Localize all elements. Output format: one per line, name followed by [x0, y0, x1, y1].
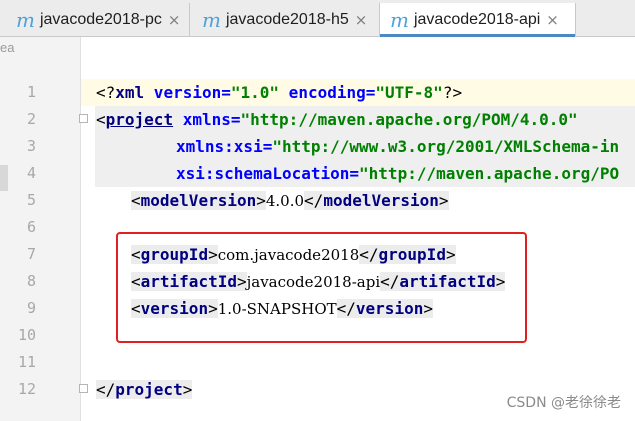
code-line-3[interactable]: xmlns:xsi="http://www.w3.org/2001/XMLSch… — [176, 133, 619, 160]
tag-open-bracket: < — [96, 110, 106, 129]
maven-file-icon: m — [202, 7, 221, 32]
attr-name: xmlns:xsi= — [176, 137, 273, 156]
attr-value: "http://maven.apache.org/POM/4.0.0" — [240, 110, 578, 129]
code-line-1[interactable]: <?xml version="1.0" encoding="UTF-8"?> — [96, 79, 462, 106]
fold-toggle-icon[interactable] — [79, 384, 88, 393]
line-number: 9 — [26, 299, 36, 317]
project-tag: project — [105, 110, 174, 129]
code-line-4[interactable]: xsi:schemaLocation="http://maven.apache.… — [176, 160, 619, 187]
attr-name: version= — [144, 83, 231, 102]
code-line-2[interactable]: <project xmlns="http://maven.apache.org/… — [96, 106, 578, 133]
highlight-annotation-box — [116, 232, 527, 343]
tab-javacode2018-api[interactable]: m javacode2018-api × — [380, 3, 576, 37]
tab-javacode2018-pc[interactable]: m javacode2018-pc × — [0, 3, 190, 36]
line-number: 5 — [26, 191, 36, 209]
close-tag: </modelVersion> — [304, 191, 449, 210]
maven-file-icon: m — [16, 7, 35, 32]
line-number: 12 — [17, 380, 36, 398]
attr-value: "http://maven.apache.org/PO — [359, 164, 620, 183]
xml-decl-close: ?> — [442, 83, 463, 102]
csdn-watermark: CSDN @老徐徐老 — [506, 395, 621, 411]
attr-value: "http://www.w3.org/2001/XMLSchema-in — [272, 137, 620, 156]
line-number: 7 — [26, 245, 36, 263]
line-number: 6 — [26, 218, 36, 236]
clipped-side-text: ea — [0, 40, 15, 55]
open-tag: <modelVersion> — [131, 191, 266, 210]
attr-name: xsi:schemaLocation= — [176, 164, 360, 183]
maven-file-icon: m — [390, 7, 409, 32]
line-number: 11 — [17, 353, 36, 371]
project-tag: project — [115, 380, 183, 399]
editor-tab-bar: m javacode2018-pc × m javacode2018-h5 × … — [0, 0, 635, 37]
tab-label: javacode2018-h5 — [225, 10, 349, 28]
fold-toggle-icon[interactable] — [79, 114, 88, 123]
xml-decl-open: <? — [96, 83, 116, 102]
xml-decl-name: xml — [115, 83, 145, 102]
close-tag: </project> — [96, 380, 193, 399]
close-icon[interactable]: × — [168, 11, 181, 29]
close-icon[interactable]: × — [546, 11, 559, 29]
tab-label: javacode2018-pc — [39, 10, 162, 28]
code-line-5[interactable]: <modelVersion>4.0.0</modelVersion> — [131, 187, 449, 215]
line-number: 10 — [17, 326, 36, 344]
attr-name: xmlns= — [173, 110, 241, 129]
attr-value: "UTF-8" — [375, 83, 443, 102]
attr-name: encoding= — [279, 83, 376, 102]
line-number: 1 — [26, 83, 36, 101]
attr-value: "1.0" — [230, 83, 280, 102]
line-number: 3 — [26, 137, 36, 155]
tag-name: modelVersion — [140, 191, 257, 210]
line-number: 4 — [26, 164, 36, 182]
close-icon[interactable]: × — [355, 11, 368, 29]
tab-javacode2018-h5[interactable]: m javacode2018-h5 × — [190, 3, 380, 36]
tab-label: javacode2018-api — [413, 10, 541, 28]
code-line-12[interactable]: </project> — [96, 376, 193, 403]
tag-name: modelVersion — [323, 191, 439, 210]
line-number: 2 — [26, 110, 36, 128]
line-number: 8 — [26, 272, 36, 290]
element-text: 4.0.0 — [265, 192, 305, 210]
